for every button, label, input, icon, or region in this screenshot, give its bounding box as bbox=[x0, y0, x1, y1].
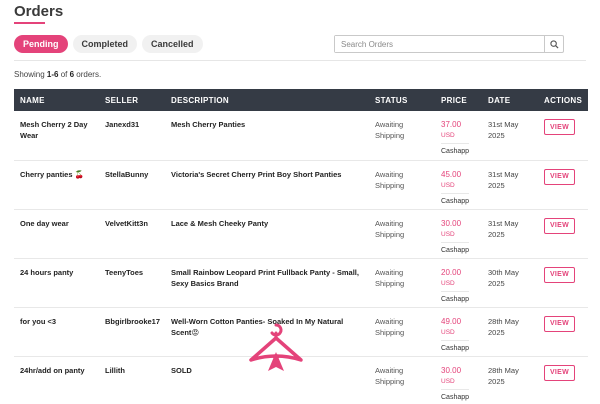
order-currency: USD bbox=[441, 328, 455, 336]
order-description: Mesh Cherry Panties bbox=[165, 111, 369, 161]
column-header-price: PRICE bbox=[435, 89, 482, 111]
tab-pending[interactable]: Pending bbox=[14, 35, 68, 53]
payment-method: Cashapp bbox=[441, 393, 470, 401]
view-button[interactable]: VIEW bbox=[544, 168, 575, 185]
order-date: 28th May 2025 bbox=[482, 356, 538, 404]
order-date: 31st May 2025 bbox=[482, 209, 538, 259]
order-seller: Bbgirlbrooke17 bbox=[99, 307, 165, 357]
price-divider bbox=[441, 241, 469, 243]
order-date: 28th May 2025 bbox=[482, 307, 538, 357]
table-row: One day wear VelvetKitt3n Lace & Mesh Ch… bbox=[14, 209, 588, 259]
order-name: 24 hours panty bbox=[14, 258, 99, 308]
order-date: 31st May 2025 bbox=[482, 160, 538, 210]
order-actions-cell: VIEW bbox=[538, 111, 588, 161]
results-suffix: orders. bbox=[74, 70, 102, 79]
column-header-status: STATUS bbox=[369, 89, 435, 111]
order-currency: USD bbox=[441, 279, 455, 287]
search-box bbox=[334, 35, 564, 53]
table-row: 24 hours panty TeenyToes Small Rainbow L… bbox=[14, 258, 588, 308]
order-actions-cell: VIEW bbox=[538, 356, 588, 404]
tab-completed[interactable]: Completed bbox=[72, 35, 138, 53]
view-button[interactable]: VIEW bbox=[544, 217, 575, 234]
order-name: 24hr/add on panty bbox=[14, 356, 99, 404]
order-price-cell: 49.00 USD Cashapp bbox=[435, 307, 482, 357]
order-currency: USD bbox=[441, 230, 455, 238]
order-date: 31st May 2025 bbox=[482, 111, 538, 161]
order-date: 30th May 2025 bbox=[482, 258, 538, 308]
search-input[interactable] bbox=[335, 36, 544, 52]
order-price: 30.00 bbox=[441, 365, 462, 375]
results-range: 1-6 bbox=[46, 70, 59, 79]
payment-method: Cashapp bbox=[441, 246, 470, 254]
order-price: 30.00 bbox=[441, 218, 462, 228]
search-icon bbox=[549, 39, 559, 49]
order-seller: TeenyToes bbox=[99, 258, 165, 308]
column-header-actions: ACTIONS bbox=[538, 89, 588, 111]
order-status: Awaiting Shipping bbox=[369, 111, 435, 161]
order-actions-cell: VIEW bbox=[538, 307, 588, 357]
order-seller: StellaBunny bbox=[99, 160, 165, 210]
order-price-cell: 20.00 USD Cashapp bbox=[435, 258, 482, 308]
title-underline bbox=[14, 22, 45, 24]
order-name: One day wear bbox=[14, 209, 99, 259]
order-price-cell: 45.00 USD Cashapp bbox=[435, 160, 482, 210]
order-status: Awaiting Shipping bbox=[369, 307, 435, 357]
order-price: 37.00 bbox=[441, 120, 462, 129]
column-header-seller: SELLER bbox=[99, 89, 165, 111]
order-actions-cell: VIEW bbox=[538, 209, 588, 259]
order-status: Awaiting Shipping bbox=[369, 356, 435, 404]
payment-method: Cashapp bbox=[441, 148, 470, 155]
order-status: Awaiting Shipping bbox=[369, 209, 435, 259]
tab-cancelled[interactable]: Cancelled bbox=[142, 35, 203, 53]
order-status: Awaiting Shipping bbox=[369, 258, 435, 308]
order-description: Small Rainbow Leopard Print Fullback Pan… bbox=[165, 258, 369, 308]
view-button[interactable]: VIEW bbox=[544, 315, 575, 332]
price-divider bbox=[441, 339, 469, 341]
results-of: of bbox=[58, 70, 70, 79]
order-description: Lace & Mesh Cheeky Panty bbox=[165, 209, 369, 259]
order-seller: VelvetKitt3n bbox=[99, 209, 165, 259]
column-header-name: NAME bbox=[14, 89, 99, 111]
order-seller: Lillith bbox=[99, 356, 165, 404]
order-name: for you <3 bbox=[14, 307, 99, 357]
price-divider bbox=[441, 143, 469, 144]
divider bbox=[14, 60, 586, 61]
payment-method: Cashapp bbox=[441, 344, 470, 352]
order-name: Cherry panties 🍒 bbox=[14, 160, 99, 210]
order-status: Awaiting Shipping bbox=[369, 160, 435, 210]
order-currency: USD bbox=[441, 181, 455, 189]
price-divider bbox=[441, 192, 469, 194]
results-prefix: Showing bbox=[14, 70, 47, 79]
order-seller: Janexd31 bbox=[99, 111, 165, 161]
order-status-tabs: Pending Completed Cancelled bbox=[14, 35, 203, 53]
order-actions-cell: VIEW bbox=[538, 258, 588, 308]
table-row: Cherry panties 🍒 StellaBunny Victoria's … bbox=[14, 160, 588, 210]
results-count: Showing 1-6 of 6 orders. bbox=[14, 70, 101, 79]
table-row: Mesh Cherry 2 Day Wear Janexd31 Mesh Che… bbox=[14, 111, 588, 161]
page-title: Orders bbox=[14, 3, 64, 20]
view-button[interactable]: VIEW bbox=[544, 364, 575, 381]
order-currency: USD bbox=[441, 377, 455, 385]
order-actions-cell: VIEW bbox=[538, 160, 588, 210]
payment-method: Cashapp bbox=[441, 295, 470, 303]
order-price-cell: 30.00 USD Cashapp bbox=[435, 356, 482, 404]
column-header-description: DESCRIPTION bbox=[165, 89, 369, 111]
order-price: 49.00 bbox=[441, 316, 462, 326]
price-divider bbox=[441, 388, 469, 390]
order-price: 45.00 bbox=[441, 169, 462, 179]
table-header-row: NAME SELLER DESCRIPTION STATUS PRICE DAT… bbox=[14, 89, 588, 111]
hanger-logo-icon bbox=[249, 323, 303, 371]
order-name: Mesh Cherry 2 Day Wear bbox=[14, 111, 99, 161]
search-button[interactable] bbox=[544, 36, 563, 52]
order-description: Victoria's Secret Cherry Print Boy Short… bbox=[165, 160, 369, 210]
price-divider bbox=[441, 290, 469, 292]
order-price-cell: 37.00 USD Cashapp bbox=[435, 111, 482, 161]
order-price: 20.00 bbox=[441, 267, 462, 277]
order-currency: USD bbox=[441, 132, 455, 139]
view-button[interactable]: VIEW bbox=[544, 266, 575, 283]
payment-method: Cashapp bbox=[441, 197, 470, 205]
order-price-cell: 30.00 USD Cashapp bbox=[435, 209, 482, 259]
view-button[interactable]: VIEW bbox=[544, 119, 575, 135]
column-header-date: DATE bbox=[482, 89, 538, 111]
